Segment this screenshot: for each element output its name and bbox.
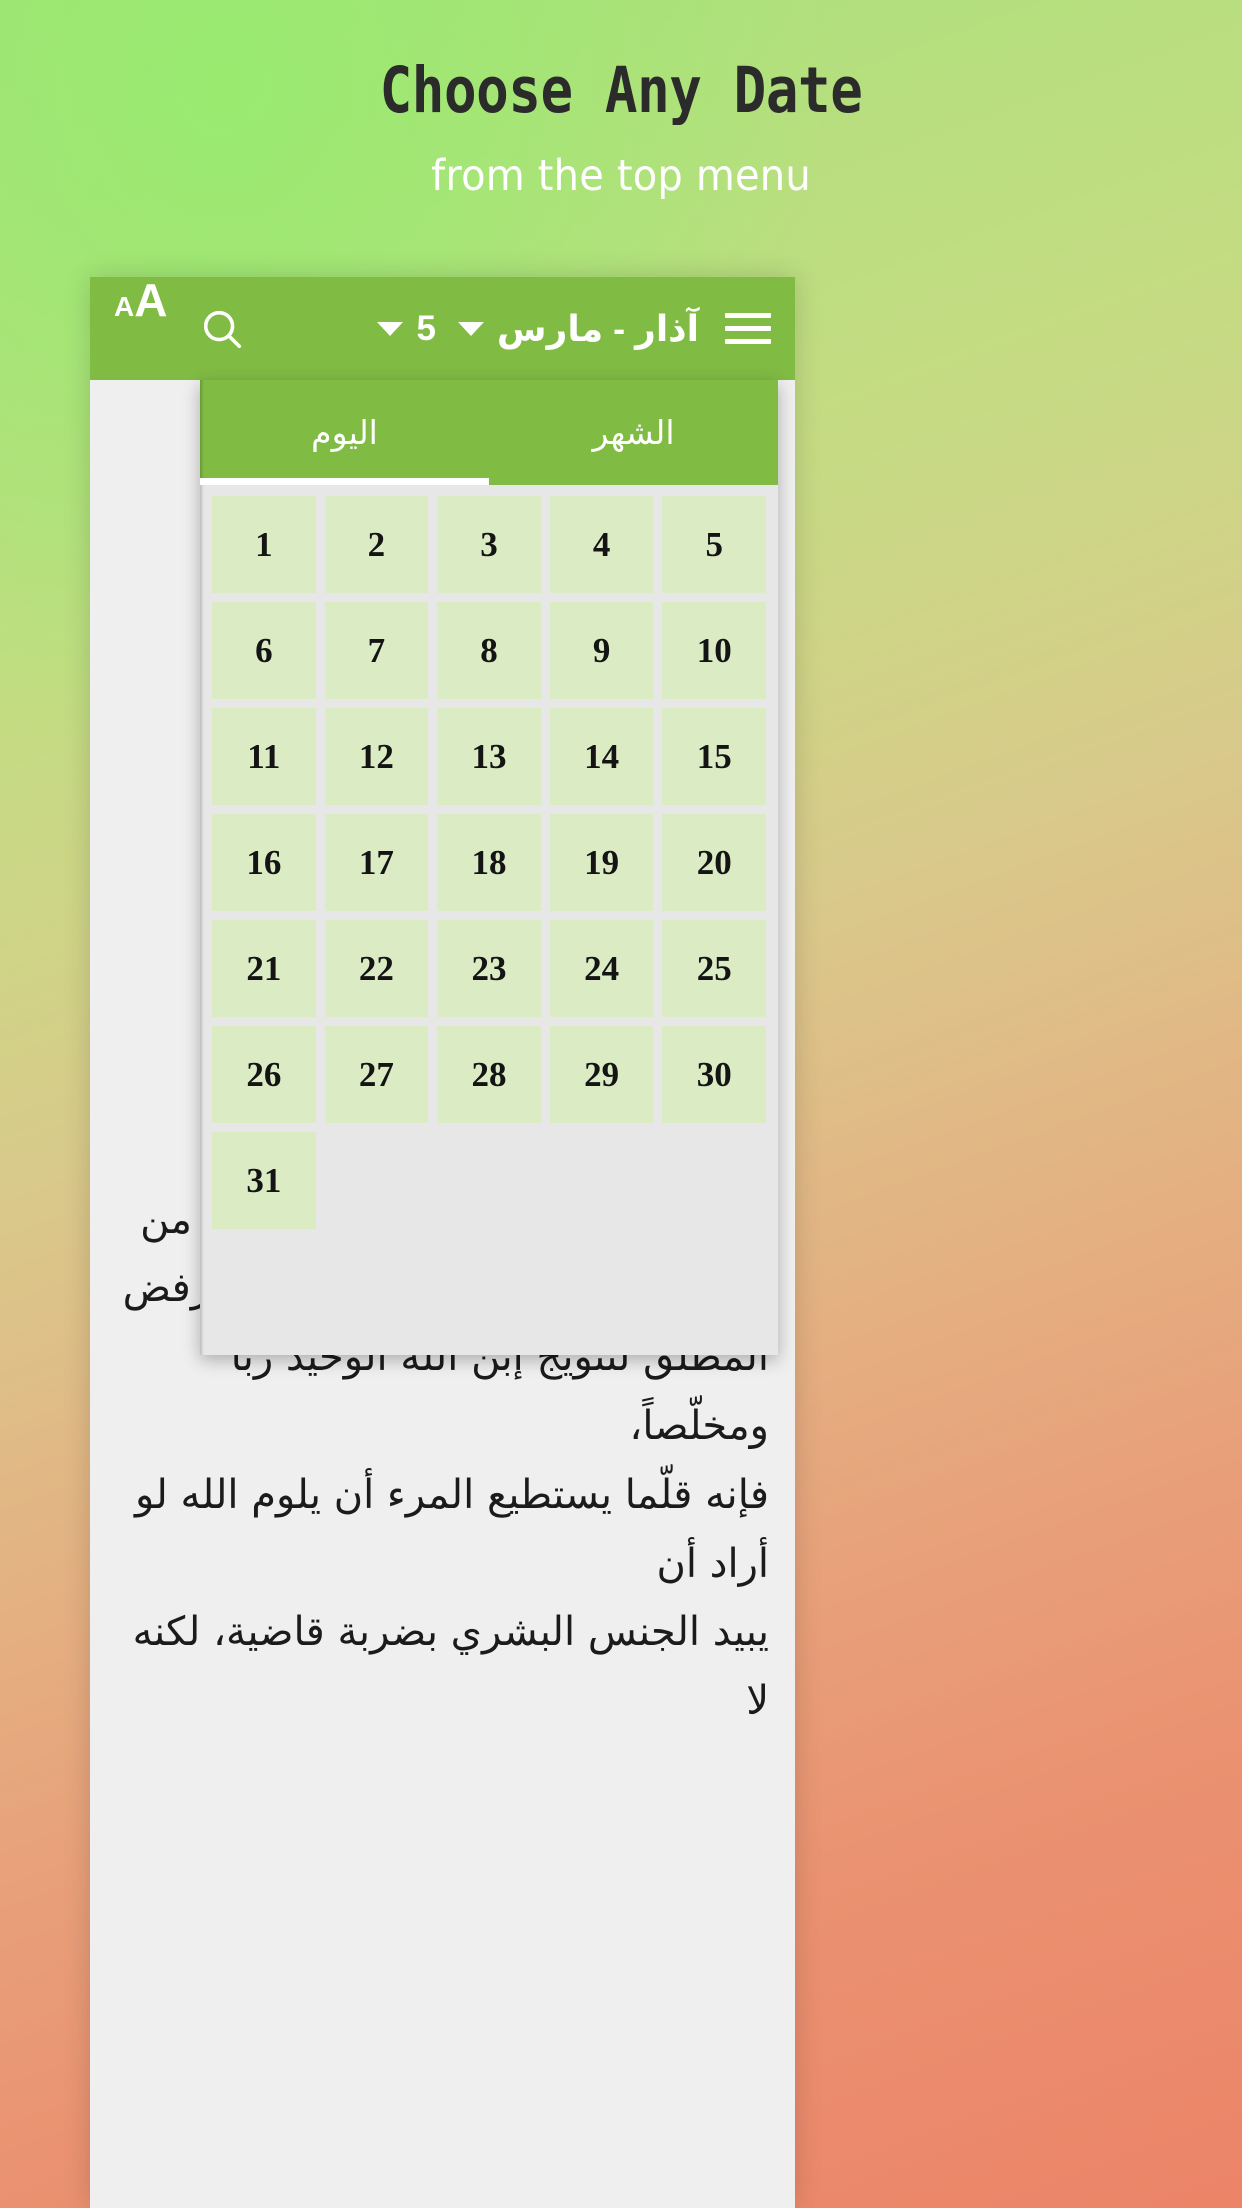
tab-month[interactable]: الشهر	[489, 380, 778, 485]
date-picker-dropdown: الشهر اليوم 5 4 3 2 1 10 9 8 7 6 15 14 13 12 11 20 19 18 1…	[200, 380, 778, 1355]
chevron-down-icon-day	[377, 321, 404, 336]
day-cell[interactable]: 22	[324, 920, 429, 1017]
day-cell[interactable]: 10	[662, 602, 766, 699]
day-cell[interactable]: 2	[324, 496, 429, 593]
chevron-down-icon-month	[457, 321, 484, 336]
month-selector-label: آذار - مارس	[496, 307, 699, 349]
day-cell[interactable]: 29	[549, 1026, 654, 1123]
day-cell[interactable]: 15	[662, 708, 766, 805]
day-cell[interactable]: 25	[662, 920, 766, 1017]
page-subtitle: from the top menu	[431, 150, 811, 201]
day-cell[interactable]: 12	[324, 708, 429, 805]
font-size-icon-big: A	[134, 277, 168, 326]
day-cell[interactable]: 7	[324, 602, 429, 699]
day-cell-empty	[662, 1132, 766, 1229]
font-size-icon[interactable]: AA	[114, 277, 173, 380]
day-cell[interactable]: 16	[212, 814, 316, 911]
day-cell[interactable]: 21	[212, 920, 316, 1017]
day-cell[interactable]: 19	[549, 814, 654, 911]
day-cell[interactable]: 31	[212, 1132, 316, 1229]
day-cell[interactable]: 8	[437, 602, 541, 699]
day-cell[interactable]: 24	[549, 920, 654, 1017]
day-cell[interactable]: 30	[662, 1026, 766, 1123]
day-selector[interactable]: 5	[377, 277, 436, 380]
day-cell[interactable]: 9	[549, 602, 654, 699]
day-cell[interactable]: 13	[437, 708, 541, 805]
day-cell-empty	[437, 1132, 541, 1229]
tab-day[interactable]: اليوم	[200, 380, 489, 485]
day-cell[interactable]: 14	[549, 708, 654, 805]
search-icon[interactable]	[173, 277, 271, 380]
day-cell[interactable]: 20	[662, 814, 766, 911]
day-cell[interactable]: 4	[549, 496, 654, 593]
day-selector-label: 5	[416, 308, 436, 348]
day-cell[interactable]: 3	[437, 496, 541, 593]
headline-block: Choose Any Date from the top menu	[0, 54, 1242, 201]
day-cell[interactable]: 18	[437, 814, 541, 911]
day-cell[interactable]: 1	[212, 496, 316, 593]
day-cell[interactable]: 27	[324, 1026, 429, 1123]
day-cell-empty	[325, 1132, 429, 1229]
hamburger-menu-icon[interactable]	[699, 277, 771, 380]
tab-day-label: اليوم	[311, 413, 378, 452]
page-title: Choose Any Date	[379, 54, 863, 127]
font-size-icon-small: A	[114, 291, 135, 322]
day-cell[interactable]: 23	[437, 920, 541, 1017]
month-selector[interactable]: آذار - مارس	[457, 277, 699, 380]
app-toolbar: AA 5 آذار - مارس	[90, 277, 795, 380]
day-cell[interactable]: 5	[662, 496, 766, 593]
date-picker-tabs: الشهر اليوم	[200, 380, 778, 485]
day-cell[interactable]: 17	[324, 814, 429, 911]
day-grid: 5 4 3 2 1 10 9 8 7 6 15 14 13 12 11 20 19 18 17 16 25 24 23 22 2…	[200, 485, 778, 1241]
tab-month-label: الشهر	[592, 413, 675, 452]
hamburger-bars	[725, 305, 771, 352]
day-cell[interactable]: 6	[212, 602, 316, 699]
day-cell[interactable]: 28	[437, 1026, 541, 1123]
day-cell[interactable]: 26	[212, 1026, 316, 1123]
app-screenshot: صبر حياة ر مع خامة ، وإنهيار الزواج والب…	[90, 277, 795, 2208]
day-cell-empty	[550, 1132, 654, 1229]
day-cell[interactable]: 11	[212, 708, 316, 805]
